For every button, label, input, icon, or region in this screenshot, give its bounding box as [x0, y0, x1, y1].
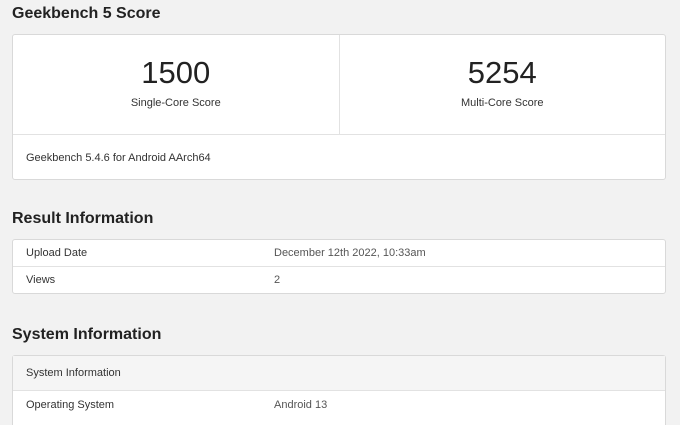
system-info-table: System Information Operating System Andr… [12, 355, 666, 425]
multi-core-score-label: Multi-Core Score [460, 97, 544, 109]
operating-system-value: Android 13 [274, 398, 328, 411]
upload-date-value: December 12th 2022, 10:33am [274, 247, 426, 259]
views-value: 2 [274, 274, 281, 286]
system-section-title: System Information [12, 326, 162, 343]
multi-core-score-value: 5254 [467, 55, 537, 90]
result-section-title: Result Information [12, 210, 154, 227]
system-info-header: System Information [13, 356, 665, 391]
upload-date-key: Upload Date [26, 247, 88, 259]
views-key: Views [26, 274, 56, 286]
table-row: Upload Date December 12th 2022, 10:33am [13, 240, 665, 266]
score-section-title: Geekbench 5 Score [12, 5, 161, 22]
single-core-score-value: 1500 [141, 55, 211, 90]
score-row: 1500 Single-Core Score 5254 Multi-Core S… [13, 35, 665, 135]
table-row: Views 2 [13, 266, 665, 293]
score-card: 1500 Single-Core Score 5254 Multi-Core S… [12, 34, 666, 180]
single-core-cell: 1500 Single-Core Score [13, 35, 339, 134]
benchmark-version: Geekbench 5.4.6 for Android AArch64 [26, 152, 211, 164]
result-info-table: Upload Date December 12th 2022, 10:33am … [12, 239, 666, 294]
multi-core-cell: 5254 Multi-Core Score [338, 35, 666, 134]
operating-system-key: Operating System [26, 398, 115, 411]
single-core-score-label: Single-Core Score [130, 97, 221, 109]
table-row: Operating System Android 13 [13, 391, 665, 418]
geekbench-result-page: Geekbench 5 Score 1500 Single-Core Score… [0, 0, 680, 425]
